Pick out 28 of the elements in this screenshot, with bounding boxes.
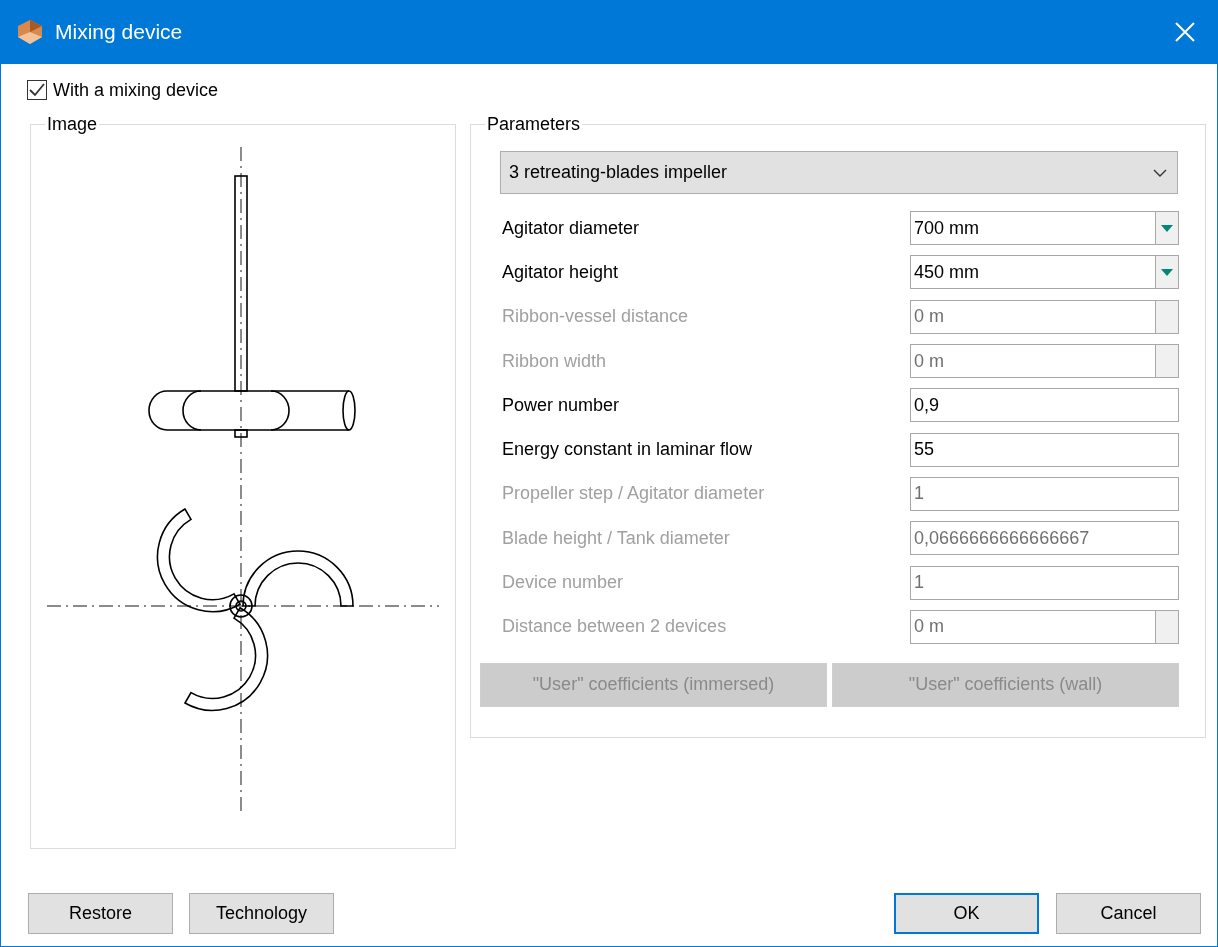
device-type-dropdown[interactable]: 3 retreating-blades impeller bbox=[500, 151, 1178, 194]
field-label: Agitator height bbox=[502, 261, 620, 283]
input-field[interactable]: 700 mm bbox=[910, 211, 1179, 246]
dialog-button[interactable]: Technology bbox=[189, 893, 334, 934]
input-field[interactable]: 55 bbox=[910, 432, 1179, 467]
field-label: Propeller step / Agitator diameter bbox=[502, 483, 766, 505]
field-label: Device number bbox=[502, 572, 625, 593]
field-label: Blade height / Tank diameter bbox=[502, 527, 731, 549]
field-label: Distance between 2 devices bbox=[502, 616, 728, 638]
close-icon[interactable] bbox=[1175, 22, 1195, 42]
unit-selector[interactable] bbox=[1155, 610, 1178, 643]
field-label: Agitator diameter bbox=[502, 217, 641, 239]
checkbox-label[interactable]: With a mixing device bbox=[53, 79, 219, 101]
checkbox[interactable] bbox=[27, 80, 47, 100]
input-field[interactable]: 0,9 bbox=[910, 388, 1179, 423]
field-label: Energy constant in laminar flow bbox=[502, 439, 754, 461]
unit-selector[interactable] bbox=[1155, 300, 1178, 333]
cube-icon bbox=[17, 19, 43, 45]
field-label: Power number bbox=[502, 394, 621, 416]
window-title: Mixing device bbox=[55, 20, 184, 44]
unit-selector[interactable] bbox=[1155, 345, 1178, 378]
dialog-button[interactable]: OK bbox=[894, 893, 1039, 934]
dialog-button[interactable]: Cancel bbox=[1056, 893, 1201, 934]
field-label: Ribbon-vessel distance bbox=[502, 306, 690, 328]
chevron-down-icon bbox=[1153, 168, 1167, 177]
input-field[interactable]: 450 mm bbox=[910, 255, 1179, 290]
dialog-button[interactable]: Restore bbox=[28, 893, 173, 934]
field-label: Ribbon width bbox=[502, 350, 608, 372]
